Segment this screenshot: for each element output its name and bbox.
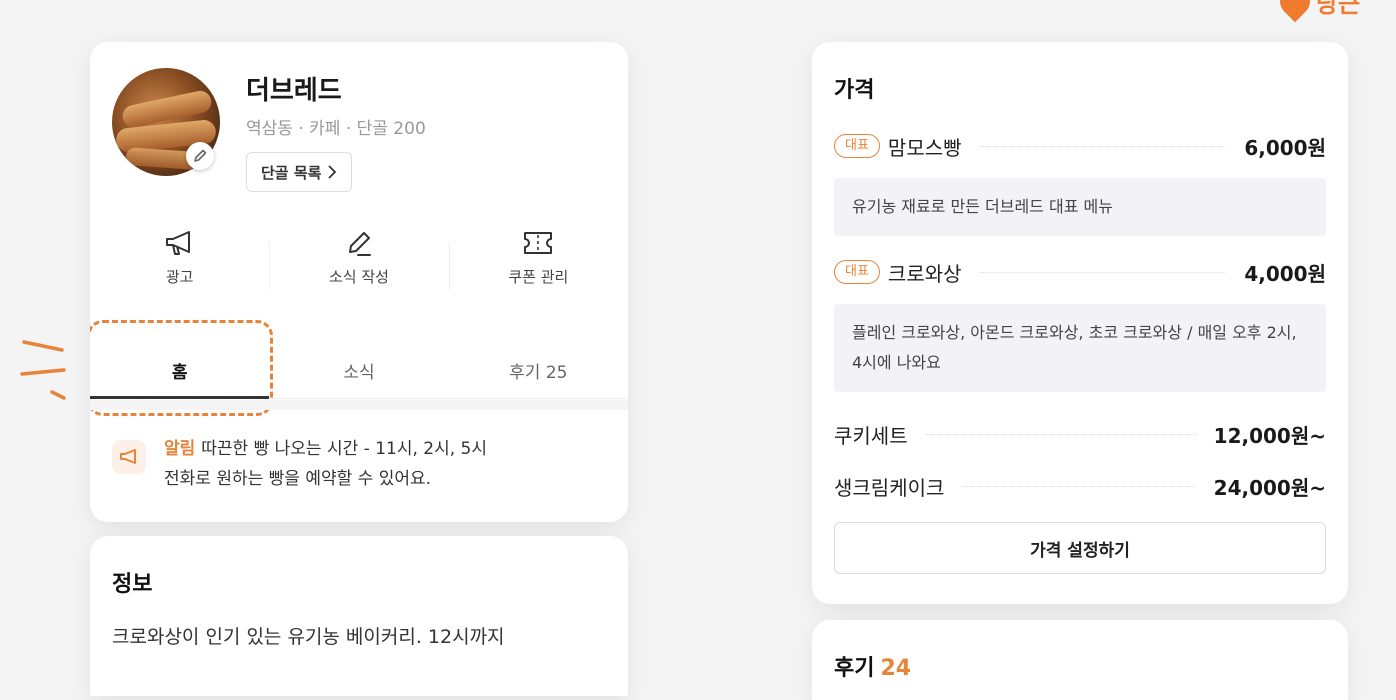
review-count: 24 <box>880 656 912 681</box>
price-card: 가격 대표 맘모스빵 6,000원 유기농 재료로 만든 더브레드 대표 메뉴 … <box>812 42 1348 604</box>
price-item[interactable]: 대표 크로와상 4,000원 <box>834 252 1326 292</box>
notice-tag: 알림 <box>164 439 196 459</box>
price-title: 가격 <box>834 78 875 103</box>
price-item-name: 쿠키세트 <box>834 423 908 448</box>
review-title: 후기 24 <box>834 650 911 682</box>
tab-reviews[interactable]: 후기 25 <box>449 342 628 398</box>
price-item-price: 4,000원 <box>1244 261 1326 286</box>
edit-avatar-button[interactable] <box>186 142 214 170</box>
price-item-description: 유기농 재료로 만든 더브레드 대표 메뉴 <box>834 178 1326 236</box>
shop-info-card: 정보 크로와상이 인기 있는 유기농 베이커리. 12시까지 <box>90 536 628 696</box>
price-item[interactable]: 대표 맘모스빵 6,000원 <box>834 126 1326 166</box>
representative-badge: 대표 <box>834 134 880 158</box>
action-write-news[interactable]: 소식 작성 <box>269 228 448 308</box>
price-item-description: 플레인 크로와상, 아몬드 크로와상, 초코 크로와상 / 매일 오후 2시, … <box>834 304 1326 392</box>
action-coupon-manage[interactable]: 쿠폰 관리 <box>448 228 628 308</box>
pencil-icon <box>194 149 207 162</box>
ticket-icon <box>524 232 553 254</box>
price-item-price: 24,000원~ <box>1213 475 1326 500</box>
info-description: 크로와상이 인기 있는 유기농 베이커리. 12시까지 <box>112 626 505 648</box>
dotted-leader <box>979 145 1227 147</box>
representative-badge: 대표 <box>834 260 880 284</box>
shop-profile-card: 더브레드 역삼동 · 카페 · 단골 200 단골 목록 광고 소식 작성 쿠폰 <box>90 42 628 522</box>
notice-text: 알림 따끈한 빵 나오는 시간 - 11시, 2시, 5시 전화로 원하는 빵을 … <box>164 434 487 494</box>
price-item-price: 6,000원 <box>1244 135 1326 160</box>
price-list: 대표 맘모스빵 6,000원 유기농 재료로 만든 더브레드 대표 메뉴 대표 … <box>834 126 1326 512</box>
action-write-news-label: 소식 작성 <box>329 268 389 286</box>
tab-news[interactable]: 소식 <box>269 342 448 398</box>
shop-meta: 역삼동 · 카페 · 단골 200 <box>246 119 426 139</box>
brand-logo-icon <box>1273 0 1317 23</box>
notice-banner[interactable]: 알림 따끈한 빵 나오는 시간 - 11시, 2시, 5시 전화로 원하는 빵을 … <box>112 434 612 494</box>
shop-tabs: 홈 소식 후기 25 <box>90 342 628 399</box>
quick-actions: 광고 소식 작성 쿠폰 관리 <box>90 228 628 308</box>
divider <box>90 400 628 410</box>
action-coupon-manage-label: 쿠폰 관리 <box>508 268 569 286</box>
brand-logo-text: 당근 <box>1316 0 1361 18</box>
price-item-name: 맘모스빵 <box>887 135 962 160</box>
dotted-leader <box>979 271 1227 273</box>
notice-line2: 전화로 원하는 빵을 예약할 수 있어요. <box>164 469 432 489</box>
review-title-label: 후기 <box>834 656 875 681</box>
megaphone-icon <box>112 440 146 474</box>
info-title: 정보 <box>112 572 153 597</box>
regulars-list-button[interactable]: 단골 목록 <box>246 152 353 192</box>
price-item-name: 생크림케이크 <box>834 475 945 500</box>
attention-doodle-icon <box>20 340 66 400</box>
price-item[interactable]: 생크림케이크 24,000원~ <box>834 460 1326 512</box>
action-advertise[interactable]: 광고 <box>90 228 269 308</box>
megaphone-icon <box>165 231 190 255</box>
price-item-name: 크로와상 <box>887 261 962 286</box>
dotted-leader <box>962 485 1196 487</box>
chevron-right-icon <box>328 165 337 179</box>
set-price-button[interactable]: 가격 설정하기 <box>834 522 1326 574</box>
pencil-icon <box>348 232 371 256</box>
action-advertise-label: 광고 <box>165 268 194 286</box>
shop-name: 더브레드 <box>246 76 342 106</box>
tab-home[interactable]: 홈 <box>90 342 270 399</box>
regulars-list-label: 단골 목록 <box>261 163 322 182</box>
review-card: 후기 24 <box>812 620 1348 700</box>
price-item-price: 12,000원~ <box>1213 423 1326 448</box>
notice-line1: 따끈한 빵 나오는 시간 - 11시, 2시, 5시 <box>201 439 487 459</box>
price-item[interactable]: 쿠키세트 12,000원~ <box>834 408 1326 460</box>
dotted-leader <box>925 433 1196 435</box>
